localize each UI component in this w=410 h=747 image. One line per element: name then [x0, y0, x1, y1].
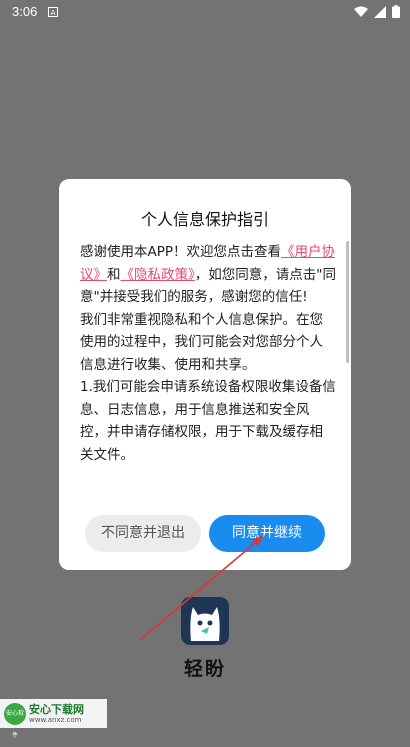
notification-a-icon: A — [48, 6, 58, 17]
battery-icon — [392, 5, 400, 18]
decline-button[interactable]: 不同意并退出 — [85, 515, 201, 552]
app-logo-icon — [181, 597, 229, 645]
p1-and: 和 — [107, 266, 121, 283]
status-time: 3:06 — [12, 4, 38, 19]
signal-icon — [374, 5, 386, 18]
system-icons — [354, 5, 400, 18]
wifi-icon — [354, 6, 368, 17]
dialog-paragraph-2: 我们非常重视隐私和个人信息保护。在您使用的过程中，我们可能会对您部分个人信息进行… — [80, 311, 323, 373]
dialog-scrollbar[interactable] — [346, 241, 349, 363]
dialog-paragraph-1: 感谢使用本APP！欢迎您点击查看《用户协议》和《隐私政策》，如您同意，请点击"同… — [80, 241, 336, 309]
privacy-policy-link[interactable]: 《隐私政策》 — [121, 267, 195, 283]
watermark-url: www.anxz.com — [29, 715, 82, 724]
privacy-dialog: 个人信息保护指引 感谢使用本APP！欢迎您点击查看《用户协议》和《隐私政策》，如… — [59, 179, 351, 570]
watermark-badge: 安心软件 安心下载网 www.anxz.com — [0, 699, 107, 739]
watermark-logo-icon: 安心软件 — [4, 702, 26, 739]
dialog-title: 个人信息保护指引 — [140, 210, 269, 229]
svg-text:A: A — [51, 9, 56, 17]
watermark-title: 安心下载网 — [29, 702, 84, 716]
status-bar: 3:06 A — [0, 0, 410, 24]
p1-prefix: 感谢使用本APP！欢迎您点击查看 — [80, 244, 282, 260]
dialog-paragraph-3: 1.我们可能会申请系统设备权限收集设备信息、日志信息，用于信息推送和安全风控，并… — [80, 379, 336, 463]
agree-button[interactable]: 同意并继续 — [209, 515, 325, 552]
app-name: 轻盼 — [183, 658, 226, 680]
dialog-body[interactable]: 感谢使用本APP！欢迎您点击查看《用户协议》和《隐私政策》，如您同意，请点击"同… — [80, 241, 336, 483]
